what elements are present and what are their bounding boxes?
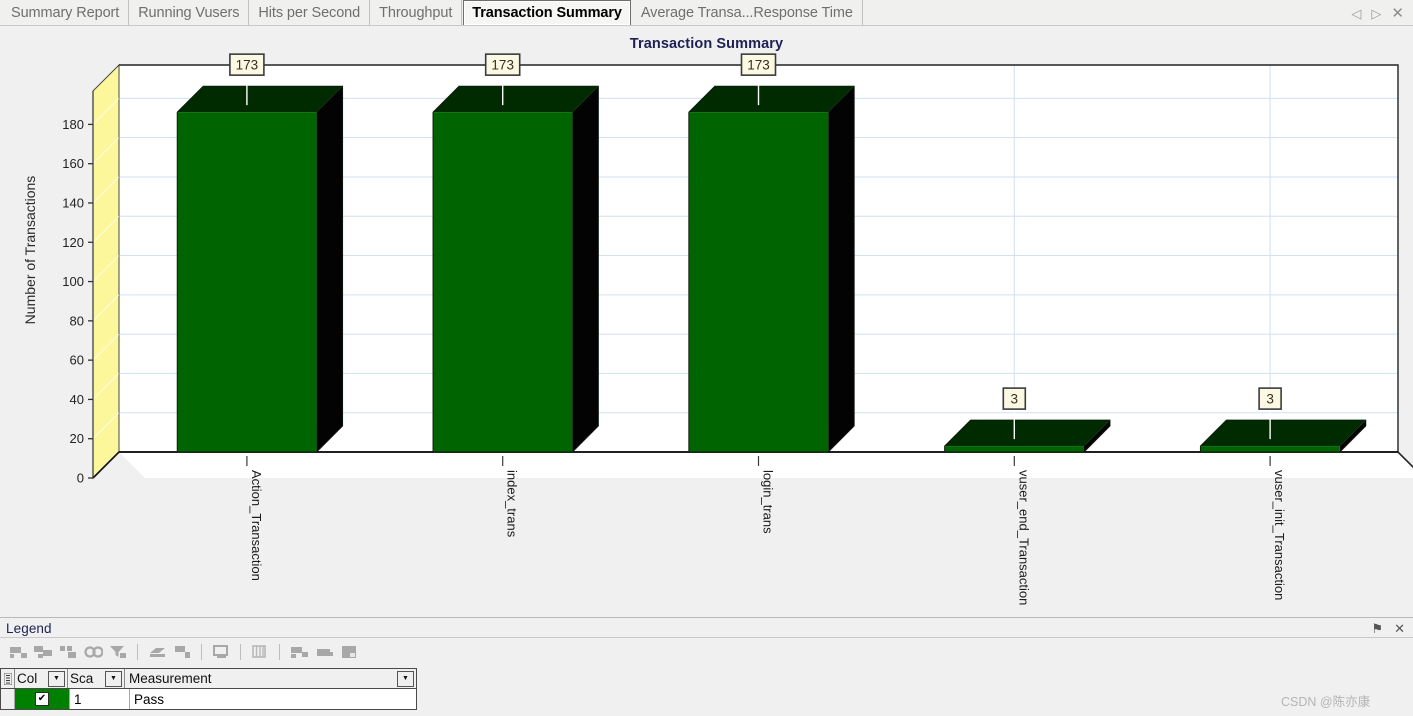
row-scale: 1 bbox=[70, 689, 130, 709]
svg-text:140: 140 bbox=[62, 195, 84, 210]
save-legend-icon[interactable] bbox=[338, 641, 360, 662]
row-grip[interactable] bbox=[1, 689, 15, 709]
merge-graphs-icon[interactable] bbox=[32, 641, 54, 662]
svg-text:0: 0 bbox=[77, 471, 84, 486]
tab-label: Transaction Summary bbox=[472, 5, 622, 21]
legend-column-header-scale[interactable]: Sca ▼ bbox=[68, 669, 125, 688]
scroll-right-icon[interactable]: ▷ bbox=[1371, 7, 1381, 20]
view-measurement-icon[interactable] bbox=[82, 641, 104, 662]
legend-table-header: Col ▼ Sca ▼ Measurement ▼ bbox=[0, 668, 417, 689]
svg-text:3: 3 bbox=[1266, 392, 1274, 407]
chevron-down-icon[interactable]: ▼ bbox=[48, 670, 65, 687]
svg-text:100: 100 bbox=[62, 274, 84, 289]
remove-measurement-icon[interactable] bbox=[313, 641, 335, 662]
sort-ascending-icon[interactable] bbox=[146, 641, 168, 662]
add-measurement-icon[interactable] bbox=[288, 641, 310, 662]
row-checkbox[interactable]: ✔ bbox=[35, 692, 49, 706]
tab-label: Throughput bbox=[379, 5, 453, 21]
tab-label: Average Transa...Response Time bbox=[640, 5, 853, 21]
transaction-summary-chart[interactable]: 0 20 40 60 80 100 120 140 160 180 173 173 173 3 3 Actio… bbox=[0, 27, 1413, 617]
toolbar-separator bbox=[279, 643, 280, 660]
svg-text:index_trans: index_trans bbox=[505, 470, 520, 538]
auto-correlate-icon[interactable] bbox=[57, 641, 79, 662]
legend-grip-icon[interactable] bbox=[1, 669, 15, 688]
toolbar-separator bbox=[201, 643, 202, 660]
chevron-down-icon[interactable]: ▼ bbox=[105, 670, 122, 687]
transaction-summary-window: Summary Report Running Vusers Hits per S… bbox=[0, 0, 1413, 716]
show-columns-icon[interactable] bbox=[249, 641, 271, 662]
graph-tab-strip: Summary Report Running Vusers Hits per S… bbox=[0, 0, 1413, 26]
svg-text:60: 60 bbox=[70, 353, 84, 368]
tab-summary-report[interactable]: Summary Report bbox=[2, 0, 130, 26]
tab-label: Hits per Second bbox=[258, 5, 361, 21]
chart-pane: Transaction Summary Number of Transactio… bbox=[0, 27, 1413, 617]
legend-dock-header: Legend ⚑ ✕ bbox=[0, 617, 1413, 639]
close-icon[interactable]: ✕ bbox=[1391, 6, 1404, 21]
legend-title: Legend bbox=[6, 621, 52, 636]
tab-running-vusers[interactable]: Running Vusers bbox=[129, 0, 250, 26]
row-color-swatch[interactable]: ✔ bbox=[15, 689, 70, 709]
column-label: Sca bbox=[70, 671, 94, 686]
legend-column-header-measurement[interactable]: Measurement ▼ bbox=[125, 669, 416, 688]
show-graph-details-icon[interactable] bbox=[7, 641, 29, 662]
tab-nav-controls: ◁ ▷ ✕ bbox=[1351, 0, 1413, 26]
legend-table-row[interactable]: ✔ 1 Pass bbox=[0, 689, 417, 710]
svg-text:40: 40 bbox=[70, 392, 84, 407]
legend-column-header-color[interactable]: Col ▼ bbox=[15, 669, 68, 688]
tab-throughput[interactable]: Throughput bbox=[370, 0, 463, 26]
svg-text:3: 3 bbox=[1011, 392, 1019, 407]
svg-text:vuser_end_Transaction: vuser_end_Transaction bbox=[1016, 470, 1031, 605]
svg-text:160: 160 bbox=[62, 156, 84, 171]
svg-text:login_trans: login_trans bbox=[761, 470, 776, 534]
tabstrip-divider bbox=[0, 25, 1413, 26]
tab-transaction-summary[interactable]: Transaction Summary bbox=[463, 0, 631, 26]
chevron-down-icon[interactable]: ▼ bbox=[397, 670, 414, 687]
graph-tabs: Summary Report Running Vusers Hits per S… bbox=[0, 0, 863, 26]
legend-table: Col ▼ Sca ▼ Measurement ▼ ✔ 1 Pass bbox=[0, 668, 417, 710]
configure-measurement-icon[interactable] bbox=[210, 641, 232, 662]
legend-toolbar bbox=[0, 638, 1413, 665]
column-label: Measurement bbox=[129, 671, 212, 686]
tab-average-transaction-response-time[interactable]: Average Transa...Response Time bbox=[632, 0, 863, 26]
filter-icon[interactable] bbox=[107, 641, 129, 662]
svg-text:Action_Transaction: Action_Transaction bbox=[249, 470, 264, 581]
sort-descending-icon[interactable] bbox=[171, 641, 193, 662]
svg-text:173: 173 bbox=[747, 58, 770, 73]
svg-text:80: 80 bbox=[70, 313, 84, 328]
close-icon[interactable]: ✕ bbox=[1394, 622, 1405, 635]
tab-hits-per-second[interactable]: Hits per Second bbox=[249, 0, 371, 26]
svg-text:120: 120 bbox=[62, 235, 84, 250]
pin-icon[interactable]: ⚑ bbox=[1371, 622, 1383, 635]
scroll-left-icon[interactable]: ◁ bbox=[1351, 7, 1361, 20]
svg-text:173: 173 bbox=[491, 58, 514, 73]
watermark: CSDN @陈亦康 bbox=[1281, 695, 1371, 709]
column-label: Col bbox=[17, 671, 38, 686]
svg-text:20: 20 bbox=[70, 431, 84, 446]
svg-text:173: 173 bbox=[236, 58, 259, 73]
toolbar-separator bbox=[240, 643, 241, 660]
tab-label: Running Vusers bbox=[138, 5, 240, 21]
row-measurement: Pass bbox=[134, 691, 165, 707]
legend-dock-controls: ⚑ ✕ bbox=[1371, 622, 1413, 635]
toolbar-separator bbox=[137, 643, 138, 660]
svg-text:180: 180 bbox=[62, 117, 84, 132]
tab-label: Summary Report bbox=[11, 5, 120, 21]
svg-text:vuser_init_Transaction: vuser_init_Transaction bbox=[1272, 470, 1287, 600]
